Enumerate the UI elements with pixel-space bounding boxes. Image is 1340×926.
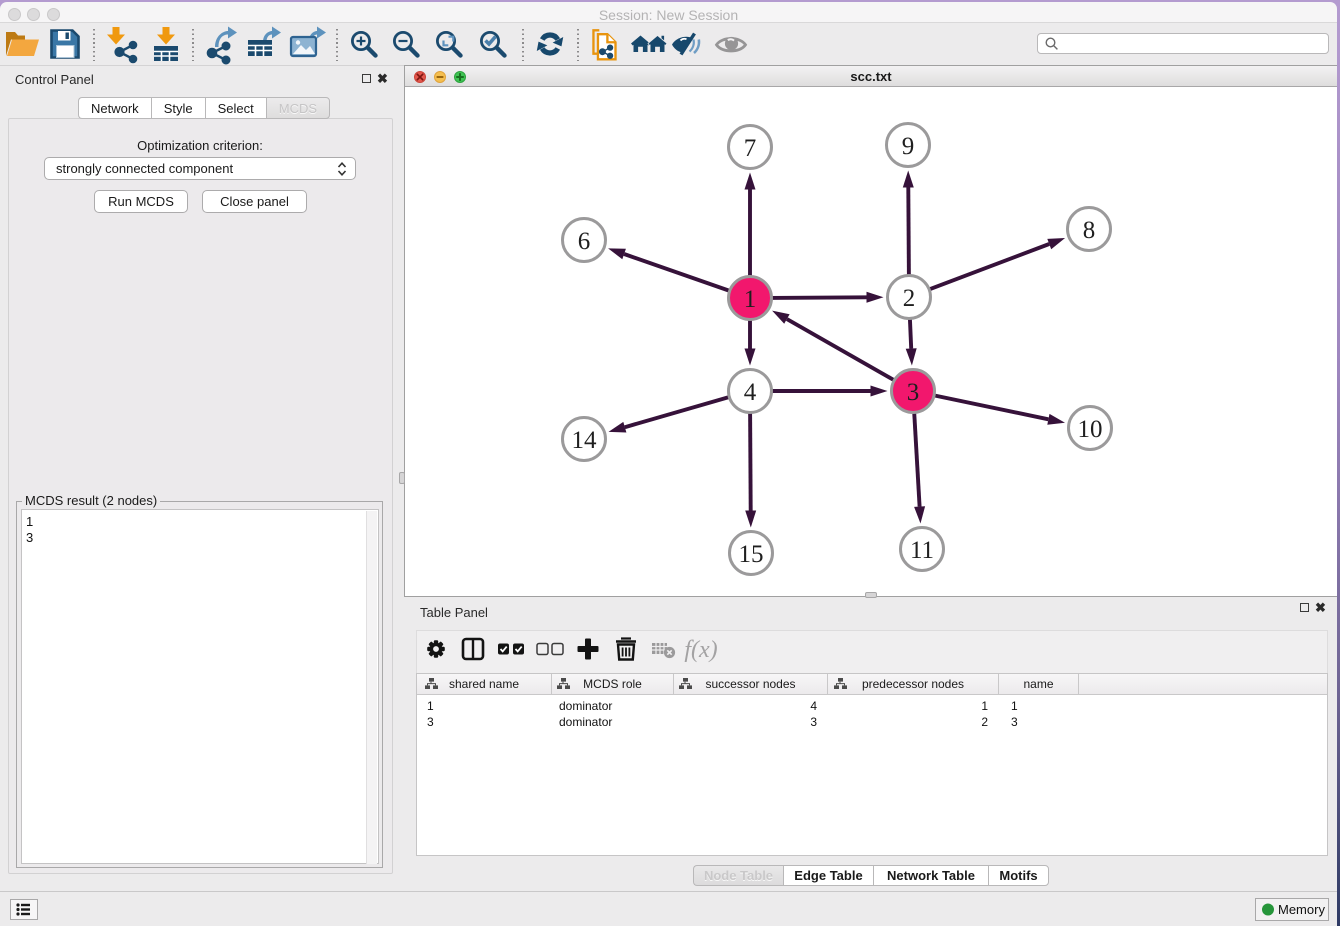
svg-text:7: 7 bbox=[744, 135, 757, 162]
svg-text:2: 2 bbox=[903, 285, 916, 312]
svg-text:9: 9 bbox=[902, 133, 915, 160]
svg-text:3: 3 bbox=[907, 379, 920, 406]
svg-text:6: 6 bbox=[578, 228, 591, 255]
svg-text:4: 4 bbox=[744, 379, 757, 406]
svg-text:f(x): f(x) bbox=[684, 637, 717, 663]
svg-text:8: 8 bbox=[1083, 217, 1096, 244]
svg-text:14: 14 bbox=[572, 427, 598, 454]
svg-text:11: 11 bbox=[910, 537, 934, 564]
svg-text:1: 1 bbox=[744, 286, 757, 313]
svg-text:10: 10 bbox=[1078, 416, 1103, 443]
svg-text:15: 15 bbox=[739, 541, 764, 568]
svg-text:Memory: Memory bbox=[1278, 902, 1325, 917]
